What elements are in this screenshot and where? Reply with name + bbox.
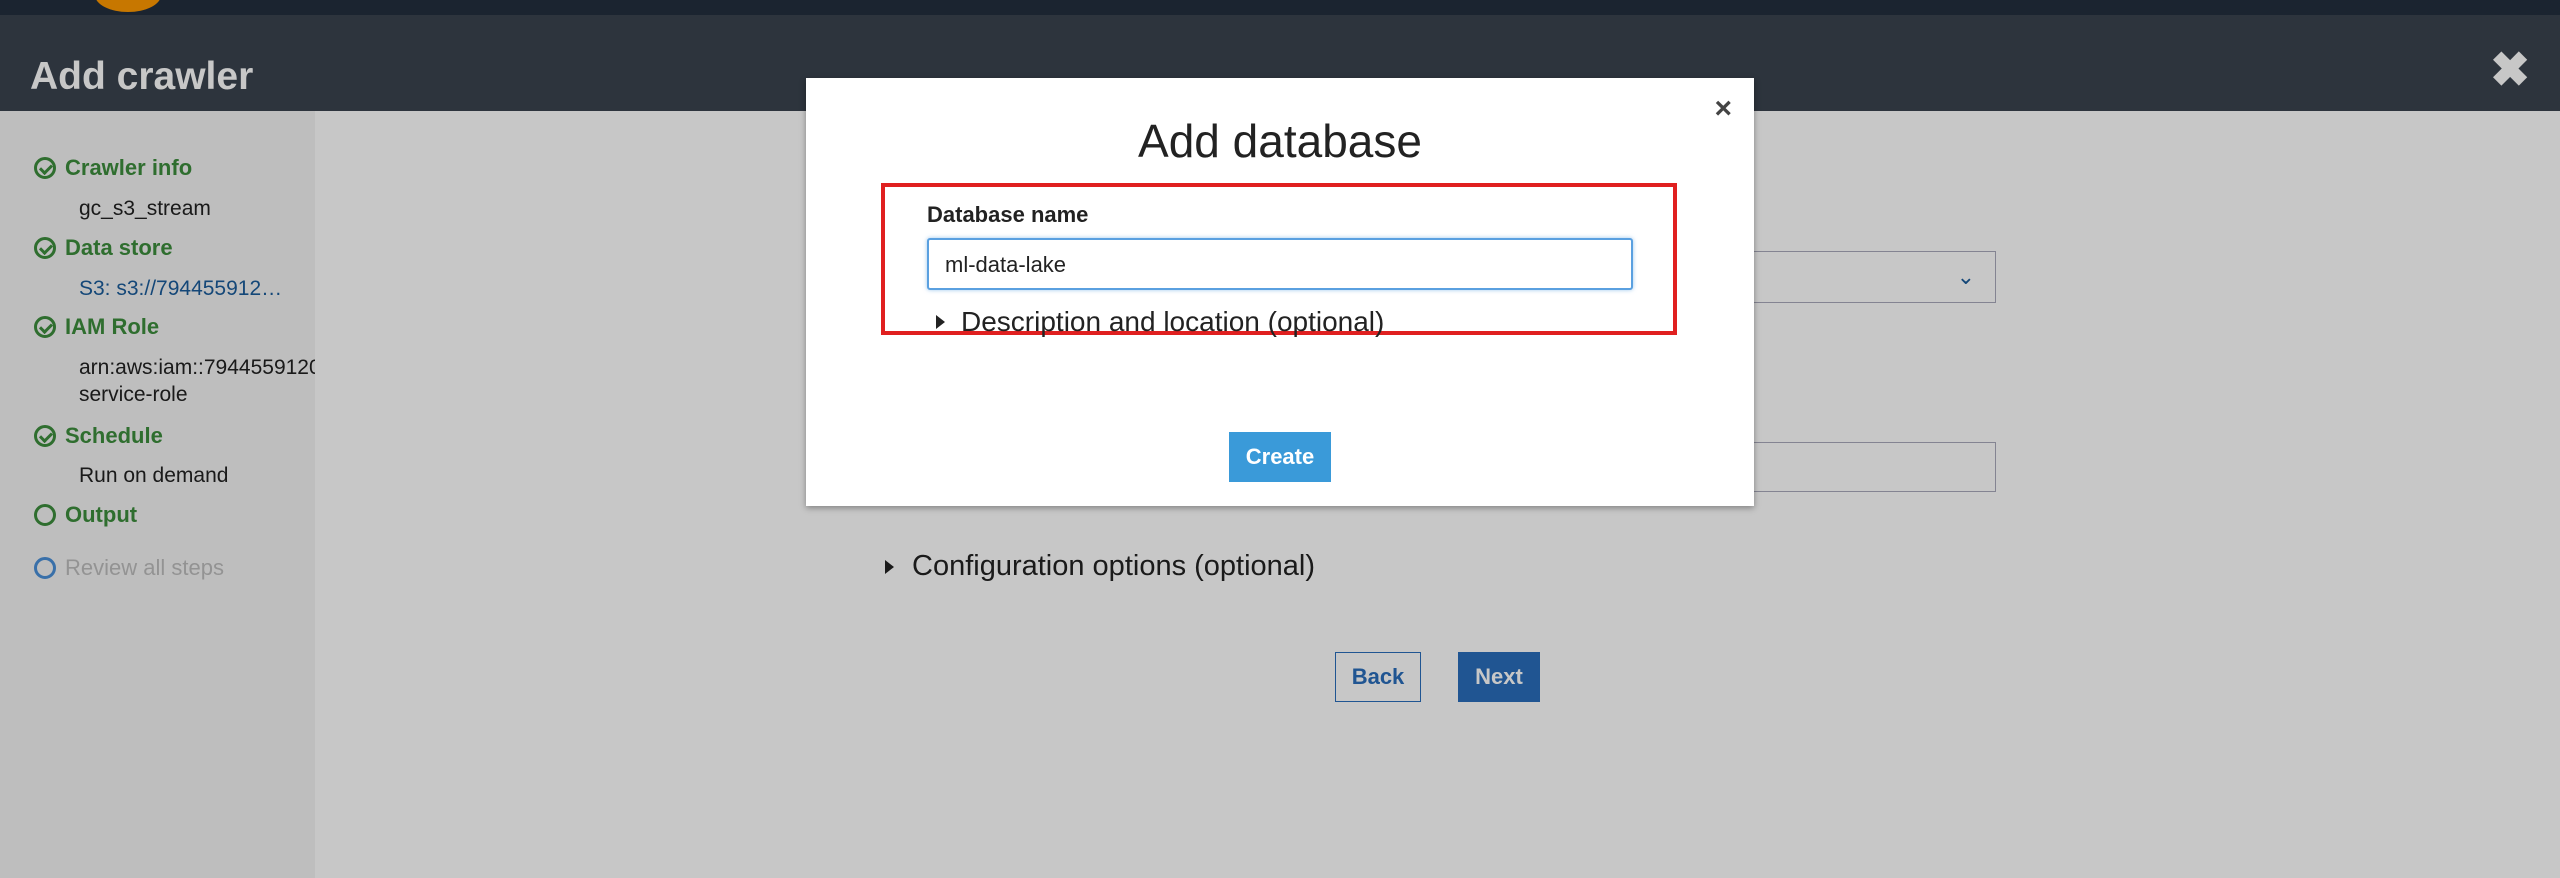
description-location-toggle[interactable]: Description and location (optional) [936, 306, 1384, 338]
create-button[interactable]: Create [1229, 432, 1331, 482]
dialog-title: Add database [1138, 115, 1422, 167]
description-toggle-label: Description and location (optional) [961, 306, 1385, 337]
database-name-input[interactable]: ml-data-lake [927, 238, 1633, 290]
add-database-dialog: × Add database Database name ml-data-lak… [806, 78, 1754, 506]
caret-right-icon [936, 315, 945, 329]
database-name-label: Database name [927, 202, 1089, 227]
